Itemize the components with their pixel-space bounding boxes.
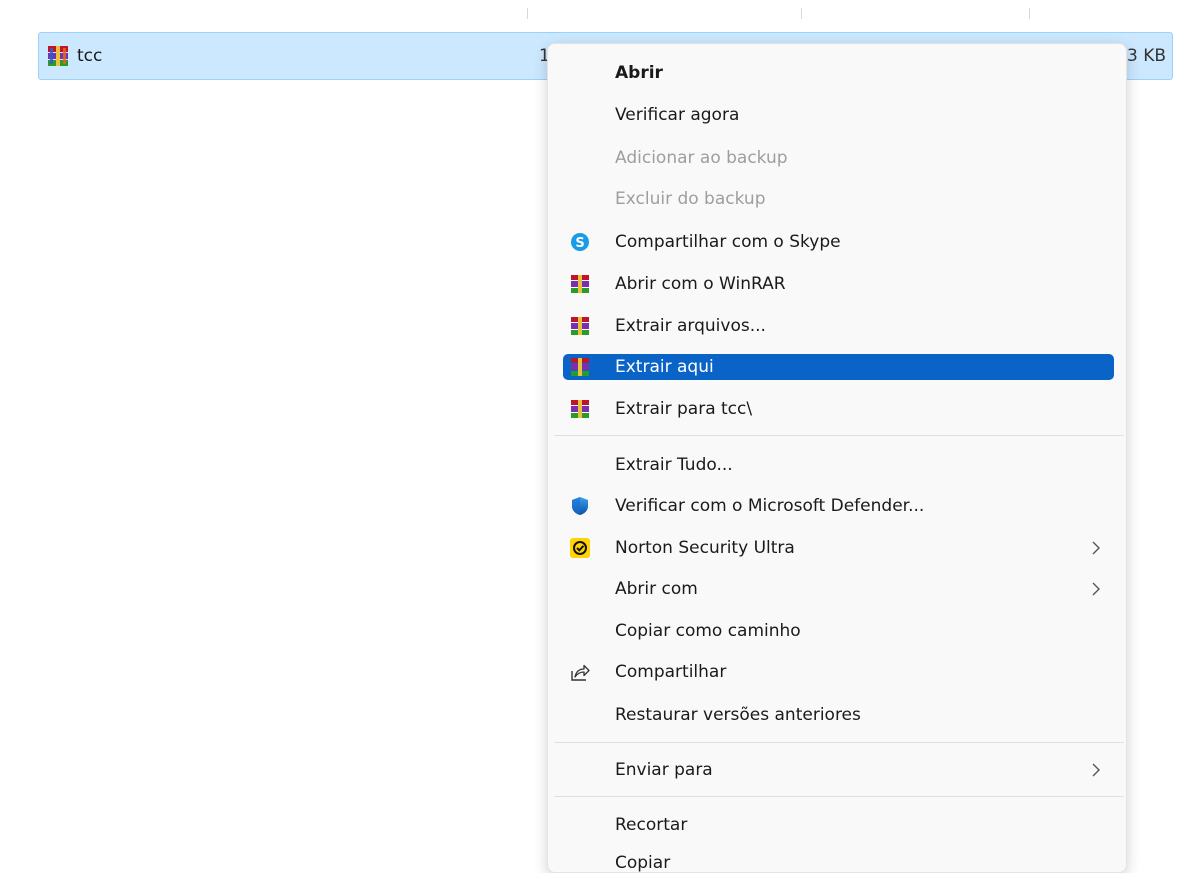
- menu-item-label: Abrir com o WinRAR: [615, 274, 786, 294]
- menu-item-norton-security[interactable]: Norton Security Ultra: [563, 535, 1114, 561]
- menu-item-label: Compartilhar com o Skype: [615, 232, 841, 252]
- winrar-archive-icon: [48, 46, 68, 66]
- menu-item-enviar-para[interactable]: Enviar para: [563, 757, 1114, 783]
- menu-item-label: Excluir do backup: [615, 189, 766, 209]
- menu-item-adicionar-backup: Adicionar ao backup: [563, 145, 1114, 171]
- menu-item-label: Abrir: [615, 63, 663, 83]
- menu-item-compartilhar[interactable]: Compartilhar: [563, 659, 1114, 685]
- menu-item-label: Verificar agora: [615, 105, 740, 125]
- menu-item-label: Extrair para tcc\: [615, 399, 753, 419]
- menu-separator: [554, 742, 1124, 743]
- menu-item-extrair-arquivos[interactable]: Extrair arquivos...: [563, 313, 1114, 339]
- menu-item-abrir[interactable]: Abrir: [563, 60, 1114, 86]
- menu-item-label: Extrair aqui: [615, 357, 714, 377]
- skype-icon: S: [571, 233, 589, 251]
- winrar-icon: [571, 317, 589, 335]
- menu-item-extrair-para-tcc[interactable]: Extrair para tcc\: [563, 396, 1114, 422]
- menu-item-label: Norton Security Ultra: [615, 538, 795, 558]
- file-size: 3 KB: [1126, 46, 1166, 66]
- menu-item-label: Recortar: [615, 815, 688, 835]
- defender-shield-icon: [572, 497, 588, 515]
- menu-item-label: Abrir com: [615, 579, 698, 599]
- file-name[interactable]: tcc: [77, 46, 102, 66]
- menu-item-extrair-aqui[interactable]: Extrair aqui: [563, 354, 1114, 380]
- menu-item-label: Adicionar ao backup: [615, 148, 788, 168]
- menu-item-abrir-winrar[interactable]: Abrir com o WinRAR: [563, 271, 1114, 297]
- menu-item-recortar[interactable]: Recortar: [563, 812, 1114, 838]
- column-divider[interactable]: [1029, 8, 1030, 19]
- menu-item-label: Restaurar versões anteriores: [615, 705, 861, 725]
- menu-item-label: Extrair Tudo...: [615, 455, 733, 475]
- share-icon: [571, 664, 590, 681]
- menu-item-extrair-tudo[interactable]: Extrair Tudo...: [563, 452, 1114, 478]
- menu-item-excluir-backup: Excluir do backup: [563, 186, 1114, 212]
- menu-item-verificar-defender[interactable]: Verificar com o Microsoft Defender...: [563, 493, 1114, 519]
- menu-item-label: Enviar para: [615, 760, 713, 780]
- norton-icon: [570, 538, 590, 558]
- menu-item-label: Verificar com o Microsoft Defender...: [615, 496, 925, 516]
- menu-item-label: Copiar como caminho: [615, 621, 801, 641]
- chevron-right-icon: [1092, 582, 1100, 596]
- menu-item-copiar[interactable]: Copiar: [563, 850, 1114, 873]
- column-divider[interactable]: [801, 8, 802, 19]
- winrar-icon: [571, 400, 589, 418]
- chevron-right-icon: [1092, 763, 1100, 777]
- menu-separator: [554, 796, 1124, 797]
- menu-item-copiar-caminho[interactable]: Copiar como caminho: [563, 618, 1114, 644]
- winrar-icon: [571, 275, 589, 293]
- menu-item-restaurar-versoes[interactable]: Restaurar versões anteriores: [563, 702, 1114, 728]
- column-divider[interactable]: [527, 8, 528, 19]
- winrar-icon: [571, 358, 589, 376]
- chevron-right-icon: [1092, 541, 1100, 555]
- svg-text:S: S: [575, 236, 584, 251]
- menu-item-abrir-com[interactable]: Abrir com: [563, 576, 1114, 602]
- menu-item-compartilhar-skype[interactable]: S Compartilhar com o Skype: [563, 229, 1114, 255]
- menu-item-label: Extrair arquivos...: [615, 316, 766, 336]
- menu-item-label: Compartilhar: [615, 662, 727, 682]
- menu-item-label: Copiar: [615, 853, 671, 873]
- context-menu: Abrir Verificar agora Adicionar ao backu…: [547, 43, 1127, 873]
- menu-separator: [554, 435, 1124, 436]
- menu-item-verificar-agora[interactable]: Verificar agora: [563, 102, 1114, 128]
